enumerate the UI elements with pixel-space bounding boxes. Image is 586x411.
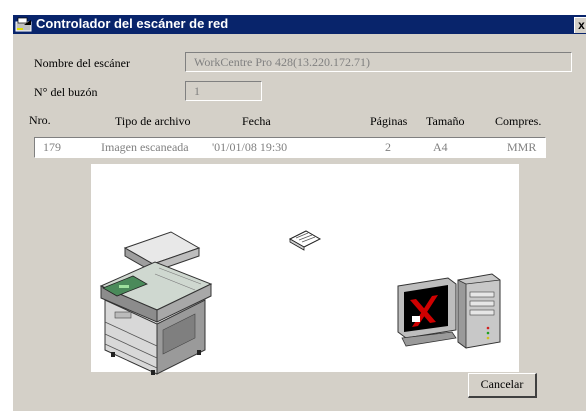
column-header-tipo: Tipo de archivo <box>115 114 191 128</box>
column-header-fecha: Fecha <box>242 114 271 128</box>
title-bar: Controlador del escáner de red x <box>13 15 586 34</box>
table-row[interactable]: 179 Imagen escaneada '01/01/08 19:30 2 A… <box>34 137 546 158</box>
window-title: Controlador del escáner de red <box>36 16 229 31</box>
computer-icon <box>397 273 501 349</box>
scanner-app-icon <box>15 17 32 32</box>
flying-document-icon <box>288 230 322 251</box>
cell-nro: 179 <box>43 140 61 154</box>
cell-compres: MMR <box>507 140 537 154</box>
scanner-name-field: WorkCentre Pro 428(13.220.172.71) <box>185 52 572 72</box>
column-header-tamano: Tamaño <box>426 114 465 128</box>
column-header-compres: Compres. <box>495 114 542 128</box>
close-button[interactable]: x <box>574 17 586 33</box>
scanner-name-label: Nombre del escáner <box>34 56 130 70</box>
mailbox-label: N° del buzón <box>34 85 98 99</box>
cell-paginas: 2 <box>385 140 391 154</box>
scanner-driver-dialog: Controlador del escáner de red x Nombre … <box>12 14 586 411</box>
transfer-animation-panel <box>91 164 519 375</box>
multifunction-printer-icon <box>99 231 213 375</box>
cell-tipo: Imagen escaneada <box>101 140 189 154</box>
cancel-button[interactable]: Cancelar <box>468 373 537 398</box>
cell-fecha: '01/01/08 19:30 <box>212 140 288 154</box>
column-header-paginas: Páginas <box>370 114 408 128</box>
column-header-nro: Nro. archivo <box>29 114 65 127</box>
cell-tamano: A4 <box>433 140 448 154</box>
mailbox-field: 1 <box>185 81 262 101</box>
